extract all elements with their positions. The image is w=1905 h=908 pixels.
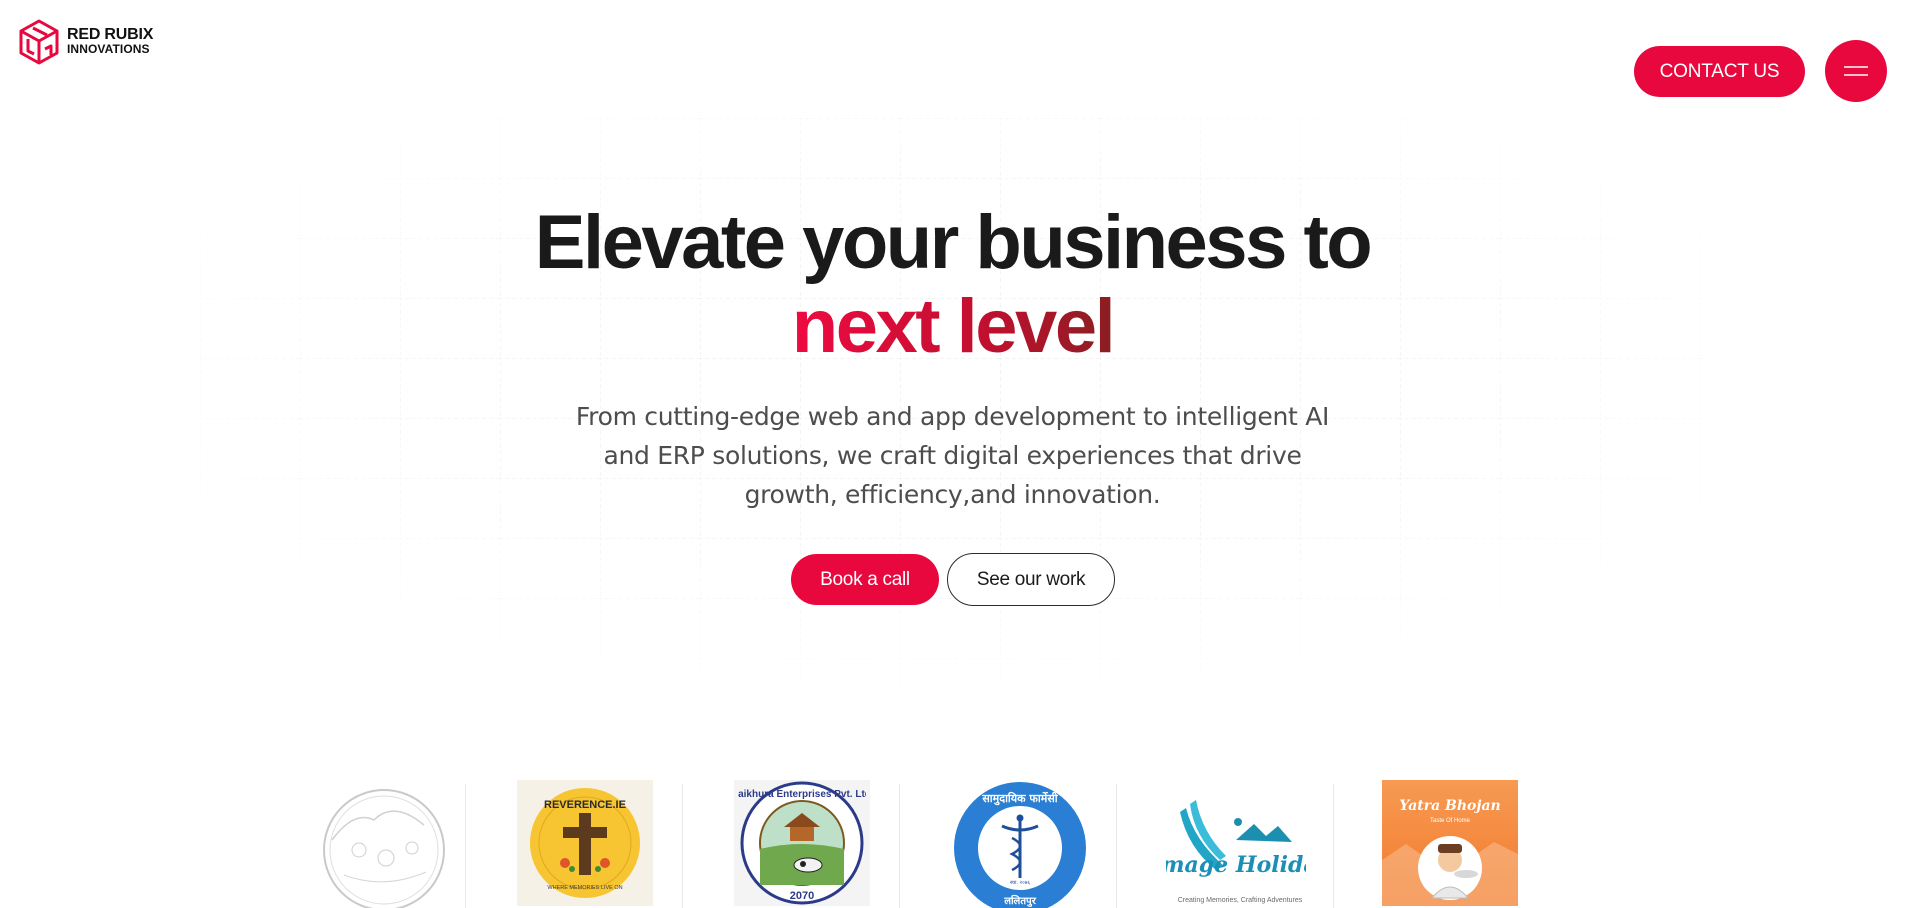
svg-text:ललितपुर: ललितपुर — [1003, 894, 1037, 907]
client-logo-image-holidays: mage Holidays Creating Memories, Craftin… — [1166, 780, 1306, 908]
svg-text:सामुदायिक फार्मेसी: सामुदायिक फार्मेसी — [981, 791, 1058, 806]
brand-logo[interactable]: RED RUBIX INNOVATIONS — [19, 19, 153, 65]
svg-text:Gaikhura Enterprises Pvt. Ltd.: Gaikhura Enterprises Pvt. Ltd. — [738, 789, 866, 800]
hero-subtitle-line: and ERP solutions, we craft digital expe… — [603, 441, 1302, 470]
wing-mountain-logo-icon: mage Holidays Creating Memories, Craftin… — [1166, 800, 1306, 904]
logo-divider — [1333, 784, 1334, 908]
svg-text:स्था. २०७६: स्था. २०७६ — [1010, 880, 1030, 886]
client-logo-reverence: REVERENCE.IE WHERE MEMORIES LIVE ON — [515, 780, 655, 908]
svg-text:Yatra Bhojan: Yatra Bhojan — [1399, 798, 1500, 814]
sketch-logo-icon — [323, 789, 445, 908]
caduceus-pharmacy-logo-icon: सामुदायिक फार्मेसी स्था. २०७६ ललितपुर — [954, 782, 1086, 908]
logo-divider — [899, 784, 900, 908]
rubix-cube-logo-icon — [19, 19, 59, 65]
client-logos-strip: REVERENCE.IE WHERE MEMORIES LIVE ON Gaik… — [300, 780, 1600, 908]
client-logo-sketch — [310, 780, 450, 908]
svg-text:Taste Of Home: Taste Of Home — [1430, 818, 1471, 824]
book-a-call-button[interactable]: Book a call — [791, 554, 939, 605]
svg-text:REVERENCE.IE: REVERENCE.IE — [544, 799, 626, 811]
logo-divider — [465, 784, 466, 908]
hero-title-accent: next level — [0, 284, 1905, 370]
chef-mascot-logo-icon: Yatra Bhojan Taste Of Home — [1382, 798, 1518, 906]
reverence-cross-logo-icon: REVERENCE.IE WHERE MEMORIES LIVE ON — [530, 788, 640, 898]
hamburger-menu-icon — [1844, 66, 1868, 76]
hero-title-accent-text: next level — [791, 284, 1116, 369]
brand-name: RED RUBIX — [67, 26, 154, 43]
svg-text:Creating Memories, Crafting Ad: Creating Memories, Crafting Adventures — [1178, 897, 1303, 904]
contact-us-button[interactable]: CONTACT US — [1634, 46, 1805, 97]
svg-text:mage Holidays: mage Holidays — [1166, 852, 1306, 878]
hero-subtitle: From cutting-edge web and app developmen… — [570, 397, 1335, 514]
client-logo-pharmacy: सामुदायिक फार्मेसी स्था. २०७६ ललितपुर — [950, 780, 1090, 908]
hero-title: Elevate your business to — [534, 200, 1373, 285]
client-logo-gaikhura: Gaikhura Enterprises Pvt. Ltd. 2070 — [732, 780, 872, 908]
brand-subname: INNOVATIONS — [67, 42, 150, 56]
client-logo-yatra-bhojan: Yatra Bhojan Taste Of Home — [1380, 780, 1520, 908]
logo-divider — [682, 784, 683, 908]
hero-subtitle-line: growth, efficiency,and innovation. — [744, 480, 1161, 509]
hero-subtitle-line: From cutting-edge web and app developmen… — [575, 402, 1330, 431]
logo-divider — [1116, 784, 1117, 908]
gaikhura-emblem-icon: Gaikhura Enterprises Pvt. Ltd. 2070 — [738, 781, 866, 905]
svg-text:WHERE MEMORIES LIVE ON: WHERE MEMORIES LIVE ON — [547, 885, 622, 891]
menu-button[interactable] — [1825, 40, 1887, 102]
svg-text:2070: 2070 — [790, 890, 814, 902]
see-our-work-button[interactable]: See our work — [947, 553, 1115, 606]
